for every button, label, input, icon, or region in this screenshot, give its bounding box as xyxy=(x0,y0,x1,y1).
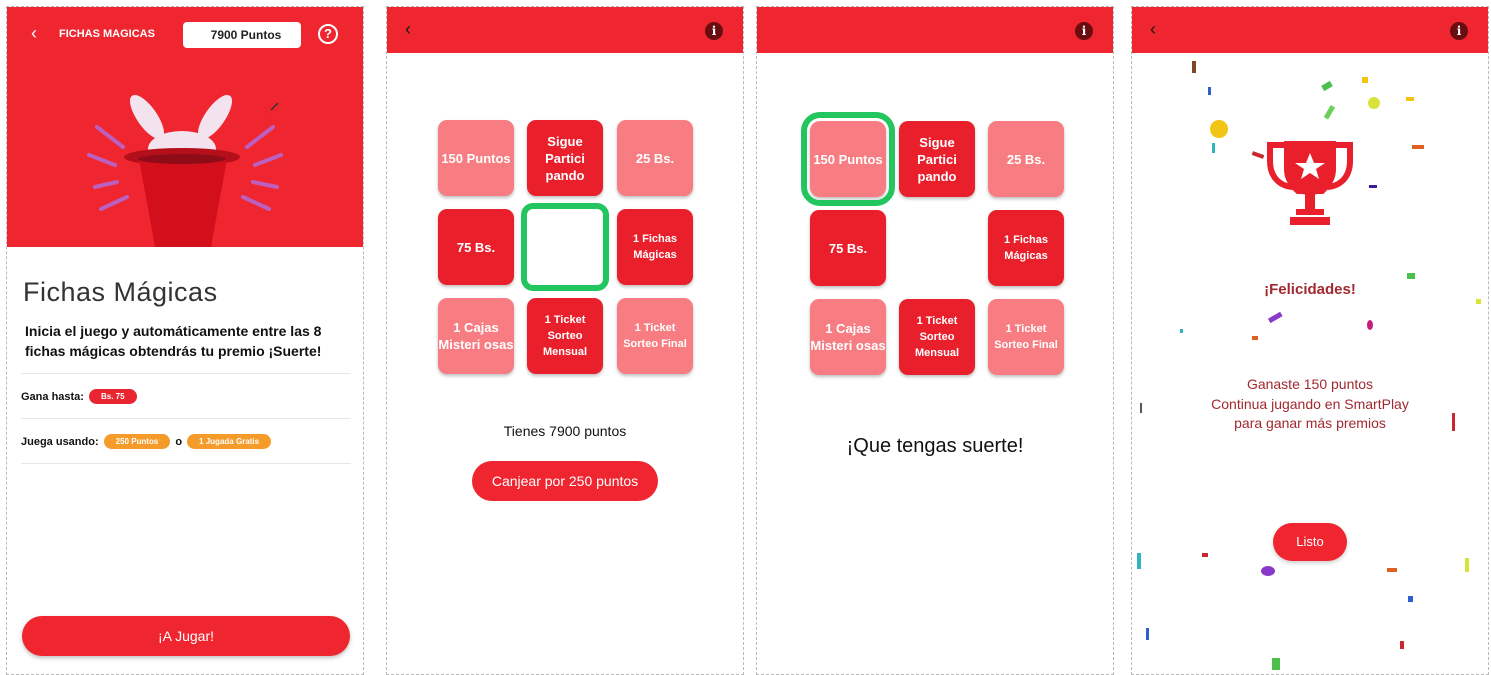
page-title: Fichas Mágicas xyxy=(23,277,218,307)
hero-banner: ‹ FICHAS MAGICAS 7900 Puntos ? xyxy=(7,7,363,247)
back-arrow-icon[interactable]: ‹ xyxy=(405,19,425,39)
tile-150-puntos: 150 Puntos xyxy=(438,120,514,196)
header-title: FICHAS MAGICAS xyxy=(59,28,155,40)
points-cost-badge: 250 Puntos xyxy=(103,434,171,449)
back-arrow-icon[interactable]: ‹ xyxy=(1150,19,1170,39)
tile-ticket-mensual: 1 Ticket Sorteo Mensual xyxy=(899,299,975,375)
info-icon[interactable]: i xyxy=(1075,22,1093,40)
top-bar: i xyxy=(757,7,1113,53)
tile-ticket-mensual: 1 Ticket Sorteo Mensual xyxy=(527,298,603,374)
tile-75-bs: 75 Bs. xyxy=(438,209,514,285)
game-description: Inicia el juego y automáticamente entre … xyxy=(25,323,322,359)
or-text: o xyxy=(175,435,183,448)
help-icon[interactable]: ? xyxy=(318,24,338,44)
max-prize-label: Gana hasta: xyxy=(21,390,84,403)
points-balance-text: Tienes 7900 puntos xyxy=(503,423,627,439)
trophy-icon xyxy=(1267,141,1353,225)
won-line-1: Ganaste 150 puntos xyxy=(1246,376,1374,392)
info-icon[interactable]: i xyxy=(705,22,723,40)
play-cost-label: Juega usando: xyxy=(21,435,99,448)
won-line-2: Continua jugando en SmartPlay xyxy=(1211,395,1409,412)
tile-25-bs: 25 Bs. xyxy=(617,120,693,196)
info-icon[interactable]: i xyxy=(1450,22,1468,40)
points-pill[interactable]: 7900 Puntos xyxy=(183,22,301,118)
back-arrow-icon[interactable]: ‹ xyxy=(31,23,37,44)
max-prize-row: Gana hasta: Bs. 75 xyxy=(21,373,351,404)
top-bar: ‹ i xyxy=(387,7,743,53)
tile-150-puntos-selected: 150 Puntos xyxy=(801,112,895,206)
done-button[interactable]: Listo xyxy=(1273,523,1347,561)
points-label: 7900 Puntos xyxy=(210,28,282,42)
tile-ticket-final: 1 Ticket Sorteo Final xyxy=(988,299,1064,375)
intro-screen: ‹ FICHAS MAGICAS 7900 Puntos ? Fichas Má… xyxy=(6,6,364,675)
tile-75-bs: 75 Bs. xyxy=(810,210,886,286)
redeem-button[interactable]: Canjear por 250 puntos xyxy=(472,461,658,501)
good-luck-text: ¡Que tengas suerte! xyxy=(846,435,1024,457)
result-screen: ‹ i ¡Felicidades! Ganaste 150 puntos Con… xyxy=(1131,6,1489,675)
top-bar: ‹ i xyxy=(1132,7,1488,53)
won-message: Ganaste 150 puntos Continua jugando en S… xyxy=(1132,375,1488,434)
won-line-3: para ganar más premios xyxy=(1234,415,1386,431)
tile-ticket-final: 1 Ticket Sorteo Final xyxy=(617,298,693,374)
tile-sigue-participando: Sigue Partici pando xyxy=(527,120,603,196)
selector-highlight xyxy=(521,203,609,291)
play-button[interactable]: ¡A Jugar! xyxy=(22,616,350,656)
play-cost-row: Juega usando: 250 Puntos o 1 Jugada Grat… xyxy=(21,418,351,449)
tile-fichas-magicas: 1 Fichas Mágicas xyxy=(617,209,693,285)
congrats-title: ¡Felicidades! xyxy=(1264,281,1356,298)
spinning-screen: i 150 Puntos Sigue Partici pando 25 Bs. … xyxy=(756,6,1114,675)
divider xyxy=(21,463,351,464)
game-board-screen: ‹ i 150 Puntos Sigue Partici pando 25 Bs… xyxy=(386,6,744,675)
tile-cajas-misteriosas: 1 Cajas Misteri osas xyxy=(438,298,514,374)
tile-sigue-participando: Sigue Partici pando xyxy=(899,121,975,197)
max-prize-badge: Bs. 75 xyxy=(88,389,137,404)
tile-fichas-magicas: 1 Fichas Mágicas xyxy=(988,210,1064,286)
tile-25-bs: 25 Bs. xyxy=(988,121,1064,197)
magic-hat-illustration xyxy=(87,94,283,247)
free-play-badge: 1 Jugada Gratis xyxy=(187,434,272,449)
tile-cajas-misteriosas: 1 Cajas Misteri osas xyxy=(810,299,886,375)
